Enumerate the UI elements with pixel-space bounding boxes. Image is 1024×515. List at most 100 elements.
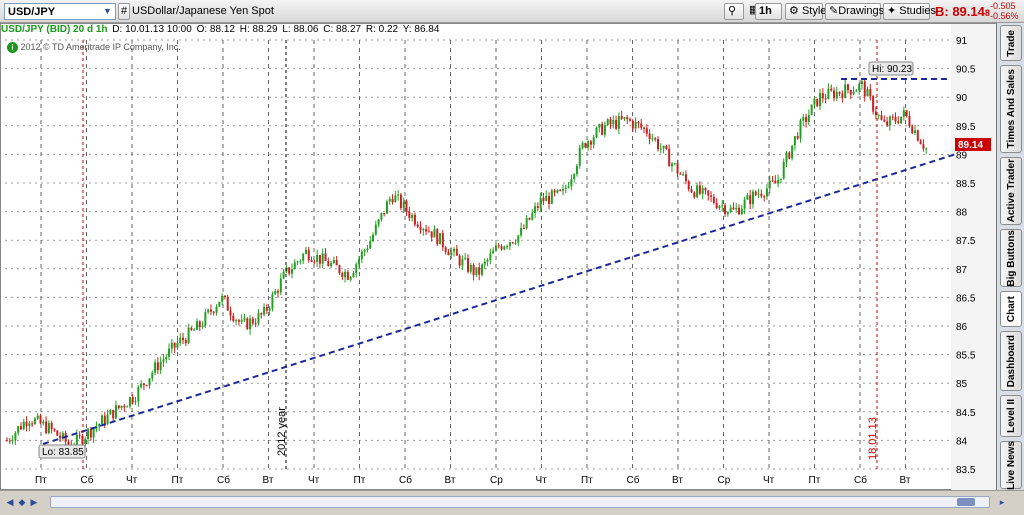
- candle-body: [145, 385, 148, 387]
- candle-body: [17, 426, 20, 433]
- info-bar: USD/JPY (BID) 20 d 1h D: 10.01.13 10:00 …: [1, 24, 953, 40]
- drawings-button[interactable]: ✎Drawings: [825, 3, 884, 20]
- price-chart[interactable]: 83.5 84 84.5 85 85.5 86 86.5 87 87.5 88 88.5 89 89.5…: [1, 24, 997, 491]
- candle-body: [902, 110, 905, 117]
- candle-body: [743, 199, 746, 209]
- pin-icon[interactable]: ⚲: [724, 3, 744, 20]
- candle-body: [28, 423, 31, 426]
- candle-body: [774, 180, 777, 184]
- info-symbol: USD/JPY (BID) 20 d 1h: [1, 24, 108, 35]
- candle-body: [106, 414, 109, 425]
- y-tick-label: 85: [956, 379, 968, 390]
- candle-body: [807, 115, 810, 123]
- x-tick-label: Чт: [126, 475, 138, 486]
- candle-body: [573, 174, 576, 180]
- candle-body: [785, 152, 788, 162]
- candle-body: [464, 258, 467, 260]
- candle-body: [819, 93, 822, 107]
- candle-body: [84, 438, 87, 444]
- zoom-out-icon[interactable]: ◀: [4, 495, 16, 509]
- info-icon[interactable]: i: [7, 42, 18, 53]
- candle-body: [900, 116, 903, 124]
- candle-body: [567, 186, 570, 188]
- candle-body: [335, 259, 338, 266]
- link-button[interactable]: #: [118, 3, 130, 20]
- candle-body: [405, 201, 408, 212]
- candle-body: [201, 325, 204, 328]
- studies-button[interactable]: ✦ Studies: [883, 3, 936, 20]
- tab-active-trader[interactable]: Active Trader: [1000, 157, 1022, 225]
- candle-body: [355, 264, 358, 273]
- tab-dashboard[interactable]: Dashboard: [1000, 331, 1022, 391]
- tab-times-and-sales[interactable]: Times And Sales: [1000, 65, 1022, 153]
- candle-body: [299, 260, 302, 262]
- candle-body: [22, 421, 25, 430]
- zoom-in-icon[interactable]: ◆: [16, 495, 28, 509]
- candle-body: [886, 121, 889, 126]
- candle-body: [176, 343, 179, 348]
- candle-body: [640, 123, 643, 128]
- candle-body: [704, 187, 707, 191]
- scroll-end-icon[interactable]: ▸: [996, 495, 1008, 509]
- candle-body: [467, 258, 469, 272]
- current-price-tag: 89.14: [955, 138, 991, 151]
- candle-body: [251, 318, 254, 324]
- candle-body: [140, 383, 143, 388]
- scrollbar-thumb[interactable]: [957, 498, 975, 506]
- tab-trade[interactable]: Trade: [1000, 25, 1022, 61]
- candle-body: [274, 291, 277, 295]
- y-tick-label: 89.5: [956, 122, 976, 133]
- candle-body: [696, 185, 699, 198]
- candle-body: [229, 310, 232, 316]
- candle-body: [656, 138, 659, 150]
- candle-body: [117, 405, 120, 408]
- candle-body: [279, 278, 282, 293]
- candle-body: [344, 271, 347, 278]
- tab-big-buttons[interactable]: Big Buttons: [1000, 229, 1022, 287]
- candle-body: [427, 231, 430, 233]
- candle-body: [134, 401, 137, 403]
- candle-body: [486, 259, 489, 262]
- candles: [6, 78, 928, 455]
- bid-price-value: B: 89.14: [935, 4, 985, 19]
- tab-chart[interactable]: Chart: [1000, 291, 1022, 327]
- y-tick-label: 90: [956, 93, 968, 104]
- candle-body: [869, 89, 872, 97]
- symbol-dropdown-icon[interactable]: ▼: [101, 5, 114, 18]
- candle-body: [679, 173, 682, 175]
- candle-body: [500, 246, 503, 250]
- candle-body: [380, 213, 383, 220]
- candle-body: [260, 313, 263, 315]
- candle-body: [100, 415, 103, 425]
- x-tick-label: Пт: [354, 475, 366, 486]
- candle-body: [643, 127, 646, 129]
- candle-body: [165, 356, 168, 360]
- chart-scrollbar[interactable]: [50, 496, 990, 508]
- scroll-right-icon[interactable]: ▶: [28, 495, 40, 509]
- x-tick-label: Пт: [809, 475, 821, 486]
- symbol-input[interactable]: USD/JPY ▼: [4, 3, 116, 20]
- candle-body: [676, 163, 679, 174]
- candle-body: [346, 271, 349, 280]
- candle-body: [254, 323, 257, 325]
- candle-body: [480, 264, 483, 275]
- candle-body: [45, 421, 48, 434]
- candle-body: [159, 361, 162, 371]
- candle-body: [654, 138, 657, 140]
- trendline: [42, 153, 957, 445]
- candle-body: [215, 306, 218, 313]
- candle-body: [872, 96, 875, 112]
- candle-body: [363, 249, 366, 252]
- style-button[interactable]: ⚙ Style: [785, 3, 826, 20]
- candle-body: [891, 116, 894, 118]
- tab-level-ii[interactable]: Level II: [1000, 395, 1022, 437]
- candle-body: [425, 229, 428, 232]
- candle-body: [503, 246, 506, 250]
- candle-body: [441, 233, 444, 248]
- candle-body: [430, 231, 433, 238]
- timeframe-button[interactable]: 1h: [755, 3, 782, 20]
- tab-live-news[interactable]: Live News: [1000, 441, 1022, 489]
- chart-panel[interactable]: 83.5 84 84.5 85 85.5 86 86.5 87 87.5 88 88.5 89 89.5…: [0, 23, 997, 491]
- candle-body: [721, 205, 724, 207]
- candle-body: [92, 428, 95, 438]
